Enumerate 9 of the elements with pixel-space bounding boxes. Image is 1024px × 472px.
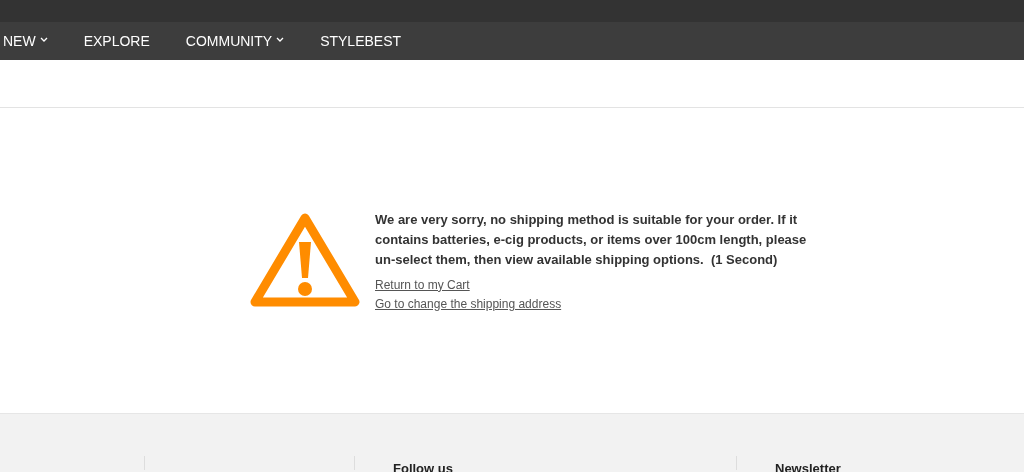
caret-icon [276,37,285,42]
nav-link[interactable]: STYLEBEST [320,30,402,52]
text-link[interactable]: Go to change the shipping address [375,295,562,312]
caret-icon [39,37,48,42]
error-message: We are very sorry, no shipping method is suitable for your order. If it contains batteries, e-cig products, or items over 100cm length, please un-select them, then view available shipping options. (1 Second) [375,210,808,269]
text-link[interactable]: Return to my Cart [375,276,470,293]
nav-link[interactable]: EXPLORE [83,30,150,52]
nav-link[interactable]: COMMUNITY [185,30,285,52]
nav-link[interactable]: NEW [3,30,48,52]
